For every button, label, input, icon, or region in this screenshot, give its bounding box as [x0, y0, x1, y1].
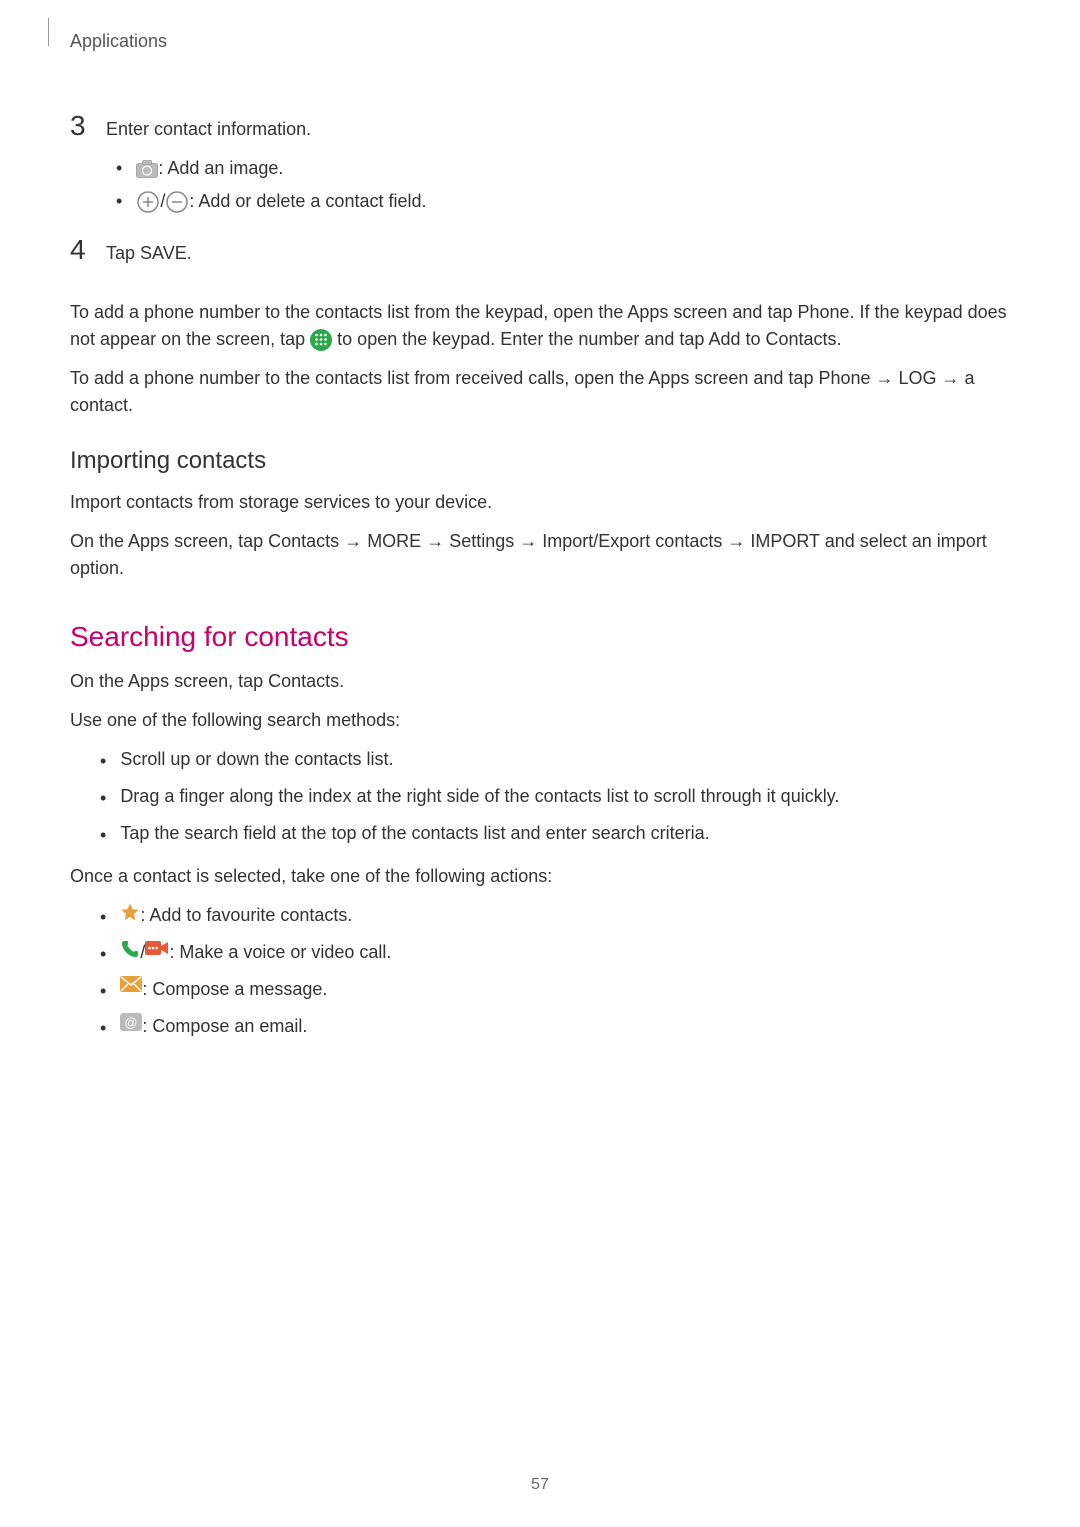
save-label: SAVE	[140, 243, 187, 263]
list-item: • : Add to favourite contacts.	[100, 902, 1010, 931]
page-number: 57	[0, 1473, 1080, 1497]
contacts-label: Contacts	[268, 531, 339, 551]
bullet-dot: •	[100, 904, 106, 931]
text: Tap	[106, 243, 140, 263]
bullet-dot: •	[100, 941, 106, 968]
text: .	[187, 243, 192, 263]
list-item: • Scroll up or down the contacts list.	[100, 746, 1010, 775]
step-3: 3 Enter contact information.	[70, 105, 1010, 147]
add-to-contacts-label: Add to Contacts	[708, 329, 836, 349]
heading-importing: Importing contacts	[70, 443, 1010, 479]
text: .	[339, 671, 344, 691]
bullet-text: : Compose an email.	[142, 1013, 307, 1040]
phone-icon	[120, 939, 140, 959]
plus-circle-icon	[136, 190, 160, 214]
bullet-dot: •	[116, 188, 122, 215]
bullet-text: Scroll up or down the contacts list.	[120, 746, 393, 773]
bullet-dot: •	[116, 155, 122, 182]
import-label: IMPORT	[750, 531, 819, 551]
more-label: MORE	[367, 531, 421, 551]
keypad-icon	[310, 329, 332, 351]
importexport-label: Import/Export contacts	[542, 531, 722, 551]
email-icon: @	[120, 1013, 142, 1031]
bullet-add-image: • : Add an image.	[116, 155, 1010, 182]
video-call-icon	[145, 939, 169, 957]
heading-searching: Searching for contacts	[70, 616, 1010, 658]
breadcrumb: Applications	[70, 28, 1010, 55]
bullet-dot: •	[100, 1015, 106, 1042]
contacts-label: Contacts	[268, 671, 339, 691]
paragraph-search-1: On the Apps screen, tap Contacts.	[70, 668, 1010, 695]
text: To add a phone number to the contacts li…	[70, 302, 797, 322]
bullet-text: Tap the search field at the top of the c…	[120, 820, 709, 847]
document-page: Applications 3 Enter contact information…	[0, 0, 1080, 1527]
phone-label: Phone	[797, 302, 849, 322]
text: On the Apps screen, tap	[70, 531, 268, 551]
star-icon	[120, 902, 140, 922]
paragraph-received: To add a phone number to the contacts li…	[70, 365, 1010, 419]
text: to open the keypad. Enter the number and…	[332, 329, 708, 349]
bullet-text: : Add or delete a contact field.	[189, 188, 426, 215]
step-content: Tap SAVE.	[106, 236, 1010, 267]
list-item: • Tap the search field at the top of the…	[100, 820, 1010, 849]
bullet-dot: •	[100, 785, 106, 812]
list-item: • @ : Compose an email.	[100, 1013, 1010, 1042]
bullet-add-delete-field: • / : Add or delete a contact field.	[116, 188, 1010, 215]
log-label: LOG	[899, 368, 937, 388]
step-4: 4 Tap SAVE.	[70, 229, 1010, 271]
text: To add a phone number to the contacts li…	[70, 368, 818, 388]
camera-icon	[136, 160, 158, 178]
list-item: • : Compose a message.	[100, 976, 1010, 1005]
bullet-dot: •	[100, 978, 106, 1005]
header-divider	[48, 18, 49, 46]
bullet-text: : Add to favourite contacts.	[140, 902, 352, 929]
bullet-text: : Add an image.	[158, 155, 283, 182]
message-icon	[120, 976, 142, 994]
step3-sub-bullets: • : Add an image. • /	[116, 155, 1010, 215]
bullet-dot: •	[100, 748, 106, 775]
bullet-text: : Compose a message.	[142, 976, 327, 1003]
settings-label: Settings	[449, 531, 514, 551]
paragraph-keypad: To add a phone number to the contacts li…	[70, 299, 1010, 353]
arrow: →	[421, 531, 449, 551]
paragraph-import-2: On the Apps screen, tap Contacts → MORE …	[70, 528, 1010, 582]
text: On the Apps screen, tap	[70, 671, 268, 691]
minus-circle-icon	[165, 190, 189, 214]
step-number: 3	[70, 105, 92, 147]
svg-text:@: @	[125, 1015, 138, 1030]
paragraph-actions: Once a contact is selected, take one of …	[70, 863, 1010, 890]
arrow: →	[514, 531, 542, 551]
step-content: Enter contact information.	[106, 112, 1010, 143]
paragraph-import-1: Import contacts from storage services to…	[70, 489, 1010, 516]
text: .	[837, 329, 842, 349]
arrow: →	[871, 368, 899, 388]
step-number: 4	[70, 229, 92, 271]
search-methods: • Scroll up or down the contacts list. •…	[100, 746, 1010, 849]
paragraph-search-2: Use one of the following search methods:	[70, 707, 1010, 734]
phone-label: Phone	[818, 368, 870, 388]
list-item: • Drag a finger along the index at the r…	[100, 783, 1010, 812]
bullet-dot: •	[100, 822, 106, 849]
bullet-text: : Make a voice or video call.	[169, 939, 391, 966]
arrow: →	[722, 531, 750, 551]
list-item: • / : Make a voice or video call.	[100, 939, 1010, 968]
arrow: →	[339, 531, 367, 551]
bullet-text: Drag a finger along the index at the rig…	[120, 783, 839, 810]
contact-actions: • : Add to favourite contacts. • /	[100, 902, 1010, 1042]
